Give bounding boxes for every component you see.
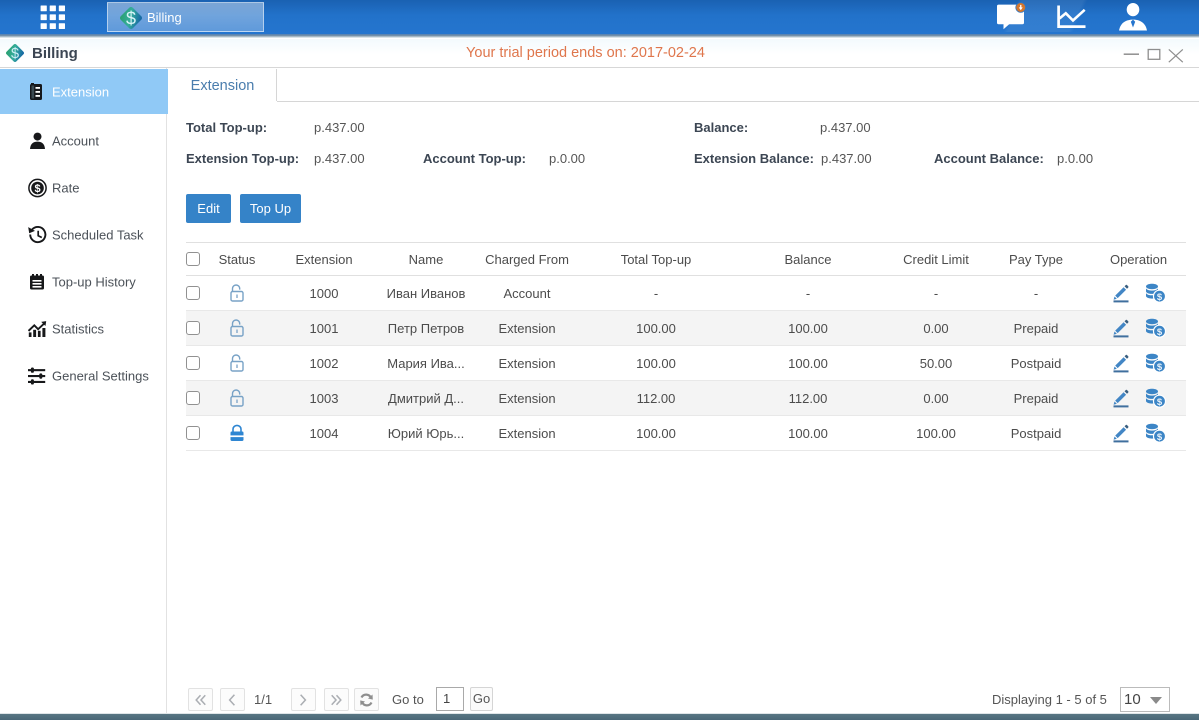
svg-text:$: $ [126, 9, 136, 29]
svg-text:$: $ [1157, 432, 1163, 443]
svg-text:$: $ [1157, 327, 1163, 338]
svg-text:$: $ [1157, 292, 1163, 303]
svg-text:$: $ [1157, 362, 1163, 373]
svg-text:$: $ [1157, 397, 1163, 408]
svg-text:$: $ [34, 182, 40, 194]
